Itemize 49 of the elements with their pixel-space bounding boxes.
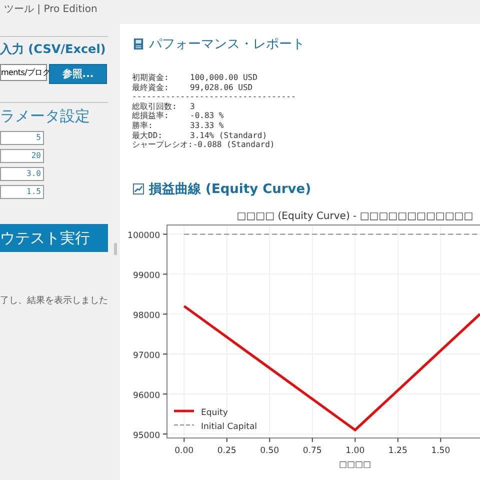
y-tick-label: 98000 bbox=[132, 310, 160, 321]
x-axis-label: □□□□ bbox=[338, 460, 372, 470]
chart-icon bbox=[133, 182, 144, 195]
report-value: 33.33 % bbox=[190, 120, 224, 131]
report-value: -0.088 (Standard) bbox=[192, 140, 275, 150]
x-tick-label: 0.75 bbox=[302, 446, 322, 456]
legend-swatch bbox=[174, 409, 194, 412]
report-label: 初期資金: bbox=[132, 73, 170, 83]
splitter-handle[interactable] bbox=[114, 243, 116, 255]
report-label: 最大DD: bbox=[132, 130, 164, 140]
status-text: 了し、結果を表示しました bbox=[0, 294, 109, 307]
report-value: 3.14% (Standard) bbox=[190, 130, 268, 140]
x-tick-label: 0.25 bbox=[217, 446, 236, 456]
x-tick-label: 1.50 bbox=[431, 446, 450, 456]
y-tick-label: 100000 bbox=[128, 230, 160, 241]
y-tick-label: 99000 bbox=[132, 270, 160, 281]
x-tick-label: 0.00 bbox=[174, 446, 194, 456]
y-tick-label: 95000 bbox=[132, 430, 160, 441]
dashed-separator: ---------------------------------- bbox=[132, 92, 296, 102]
parameter-field[interactable]: 20 bbox=[0, 149, 44, 163]
legend-dashed-swatch bbox=[174, 424, 194, 426]
browse-button[interactable]: 参照... bbox=[49, 64, 107, 84]
parameter-field[interactable]: 5 bbox=[0, 131, 44, 145]
section-heading: 損益曲線 (Equity Curve) bbox=[149, 180, 312, 198]
window-title: ツール | Pro Edition bbox=[4, 3, 98, 16]
report-label: 総取引回数: bbox=[132, 102, 178, 112]
report-value: 100,000.00 USD bbox=[190, 73, 258, 83]
legend-label: Equity bbox=[201, 408, 228, 418]
report-icon bbox=[133, 38, 144, 50]
report-label: 最終資金: bbox=[132, 82, 170, 92]
report-label: 勝率: bbox=[132, 120, 154, 131]
section-heading: 入力 (CSV/Excel) bbox=[0, 41, 107, 58]
section-heading: ラメータ設定 bbox=[0, 107, 91, 126]
x-tick-label: 1.25 bbox=[388, 446, 408, 456]
chart-title: □□□□ (Equity Curve) - □□□□□□□□□□□□ bbox=[236, 210, 474, 222]
run-button[interactable]: ウテスト実行 bbox=[0, 224, 108, 252]
legend-label: Initial Capital bbox=[201, 422, 258, 432]
report-label: シャープレシオ: bbox=[132, 140, 193, 150]
x-tick-label: 0.50 bbox=[260, 446, 280, 456]
report-value: 99,028.06 USD bbox=[190, 82, 253, 92]
section-heading: パフォーマンス・レポート bbox=[149, 36, 305, 53]
parameter-field[interactable]: 3.0 bbox=[0, 167, 44, 181]
report-label: 総損益率: bbox=[132, 111, 170, 121]
x-tick-label: 1.00 bbox=[346, 446, 365, 456]
y-tick-label: 96000 bbox=[132, 390, 160, 401]
parameter-field[interactable]: 1.5 bbox=[0, 185, 44, 199]
report-value: 3 bbox=[190, 102, 195, 112]
y-tick-label: 97000 bbox=[132, 350, 160, 361]
report-value: -0.83 % bbox=[190, 111, 224, 121]
